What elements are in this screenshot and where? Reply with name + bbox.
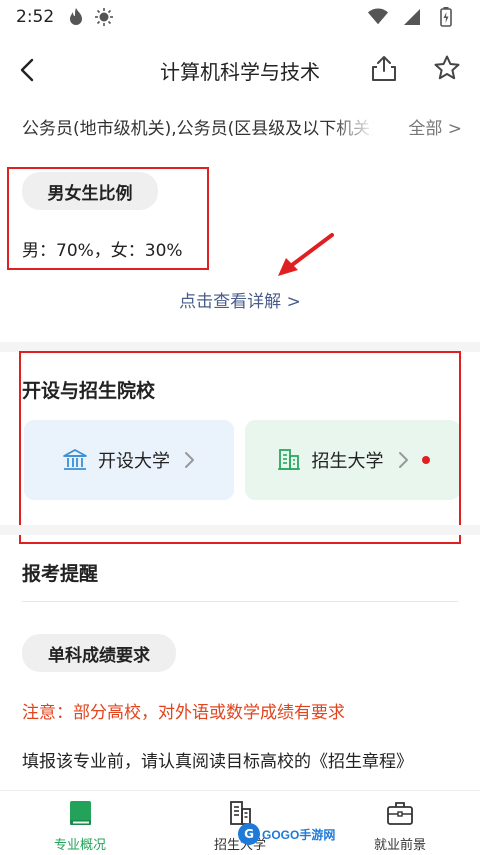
page-title: 计算机科学与技术: [160, 60, 320, 84]
subject-requirement-chip: 单科成绩要求: [22, 634, 176, 672]
watermark-text: GOGO手游网: [262, 827, 336, 842]
nav-tab-employment[interactable]: 就业前景: [320, 791, 480, 855]
flame-icon: [66, 7, 86, 27]
annotation-box-gender: [7, 167, 209, 270]
notice-text: 注意：部分高校，对外语或数学成绩有要求: [22, 703, 345, 723]
reminder-section-title: 报考提醒: [22, 563, 99, 585]
jobs-text: 公务员(地市级机关),公务员(区县级及以下机关): [22, 118, 374, 139]
status-time: 2:52: [16, 7, 55, 27]
jobs-row: 公务员(地市级机关),公务员(区县级及以下机关) 全部 >: [22, 112, 462, 140]
annotation-box-schools: [19, 351, 461, 544]
title-bar: 计算机科学与技术: [0, 34, 480, 106]
annotation-arrow: [278, 233, 334, 276]
section-divider: [0, 525, 480, 535]
nav-label-overview: 专业概况: [53, 838, 106, 853]
briefcase-icon: [385, 798, 415, 828]
view-details-link[interactable]: 点击查看详解 >: [0, 287, 480, 312]
wifi-icon: [368, 7, 388, 27]
watermark-icon: G: [238, 823, 260, 845]
status-bar: 2:52: [0, 0, 480, 34]
cell-signal-icon: [402, 7, 422, 27]
brightness-icon: [94, 7, 114, 27]
share-icon[interactable]: [370, 54, 398, 82]
jobs-all-link[interactable]: 全部 >: [408, 114, 462, 139]
book-icon: [65, 798, 95, 828]
reminder-body-text: 填报该专业前，请认真阅读目标高校的《招生章程》: [22, 752, 413, 772]
watermark-logo: G GOGO手游网: [238, 822, 338, 846]
nav-tab-overview[interactable]: 专业概况: [0, 791, 160, 855]
divider-line: [22, 601, 458, 602]
nav-label-employment: 就业前景: [373, 838, 426, 853]
battery-icon: [436, 7, 456, 27]
star-icon[interactable]: [433, 54, 461, 82]
